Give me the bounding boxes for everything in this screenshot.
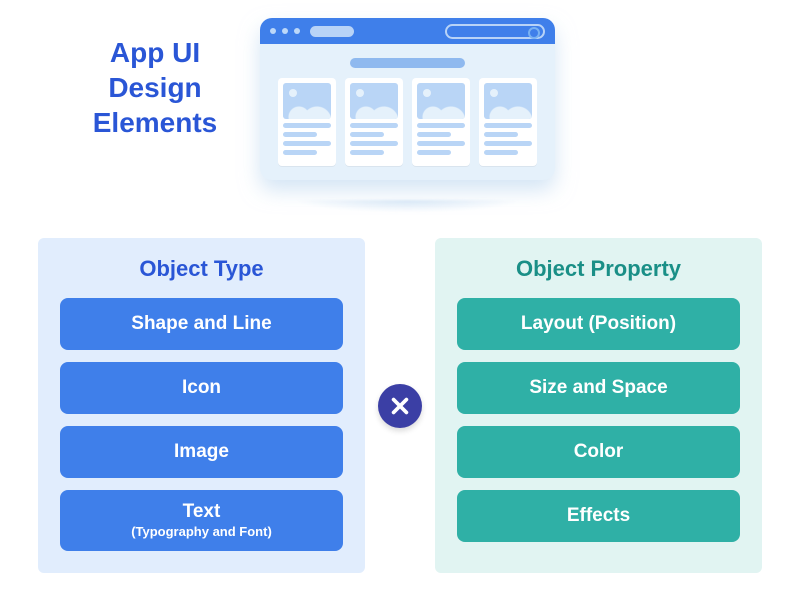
pill-label: Layout (Position) — [521, 314, 676, 335]
image-placeholder-icon — [484, 83, 532, 119]
text-line-icon — [484, 123, 532, 128]
object-type-item: Shape and Line — [60, 298, 343, 350]
browser-mockup — [260, 18, 555, 180]
pill-label: Text — [183, 502, 221, 523]
text-line-icon — [283, 132, 317, 137]
object-property-item: Color — [457, 426, 740, 478]
image-placeholder-icon — [417, 83, 465, 119]
card-mockup — [412, 78, 470, 166]
pill-label: Shape and Line — [131, 314, 271, 335]
browser-tab-icon — [310, 26, 354, 37]
text-line-icon — [417, 150, 451, 155]
object-type-item: Image — [60, 426, 343, 478]
search-bar-icon — [445, 24, 545, 39]
text-line-icon — [484, 141, 532, 146]
image-placeholder-icon — [350, 83, 398, 119]
text-line-icon — [283, 123, 331, 128]
text-line-icon — [283, 150, 317, 155]
pill-label: Image — [174, 442, 229, 463]
shadow-decoration-icon — [250, 200, 565, 230]
card-mockup — [345, 78, 403, 166]
window-dot-icon — [270, 28, 276, 34]
text-line-icon — [350, 150, 384, 155]
pill-label: Effects — [567, 506, 630, 527]
multiply-icon — [378, 384, 422, 428]
object-property-title: Object Property — [516, 256, 681, 282]
text-line-icon — [283, 141, 331, 146]
text-line-icon — [417, 141, 465, 146]
object-type-item: Icon — [60, 362, 343, 414]
card-row — [260, 78, 555, 166]
object-property-panel: Object Property Layout (Position) Size a… — [435, 238, 762, 573]
text-line-icon — [350, 141, 398, 146]
object-property-item: Size and Space — [457, 362, 740, 414]
panels-row: Object Type Shape and Line Icon Image Te… — [38, 238, 762, 573]
image-placeholder-icon — [283, 83, 331, 119]
operator-container — [365, 238, 435, 573]
window-dot-icon — [294, 28, 300, 34]
pill-sublabel: (Typography and Font) — [131, 525, 272, 539]
browser-titlebar — [260, 18, 555, 44]
object-type-panel: Object Type Shape and Line Icon Image Te… — [38, 238, 365, 573]
text-line-icon — [417, 123, 465, 128]
object-property-item: Layout (Position) — [457, 298, 740, 350]
object-type-item: Text (Typography and Font) — [60, 490, 343, 551]
text-line-icon — [484, 150, 518, 155]
text-line-icon — [417, 132, 451, 137]
pill-label: Color — [574, 442, 624, 463]
card-mockup — [278, 78, 336, 166]
text-line-icon — [484, 132, 518, 137]
pill-label: Size and Space — [529, 378, 667, 399]
text-line-icon — [350, 132, 384, 137]
object-property-item: Effects — [457, 490, 740, 542]
object-type-title: Object Type — [139, 256, 263, 282]
header-bar-icon — [350, 58, 465, 68]
text-line-icon — [350, 123, 398, 128]
pill-label: Icon — [182, 378, 221, 399]
card-mockup — [479, 78, 537, 166]
diagram-title: App UIDesignElements — [65, 35, 245, 140]
window-dot-icon — [282, 28, 288, 34]
